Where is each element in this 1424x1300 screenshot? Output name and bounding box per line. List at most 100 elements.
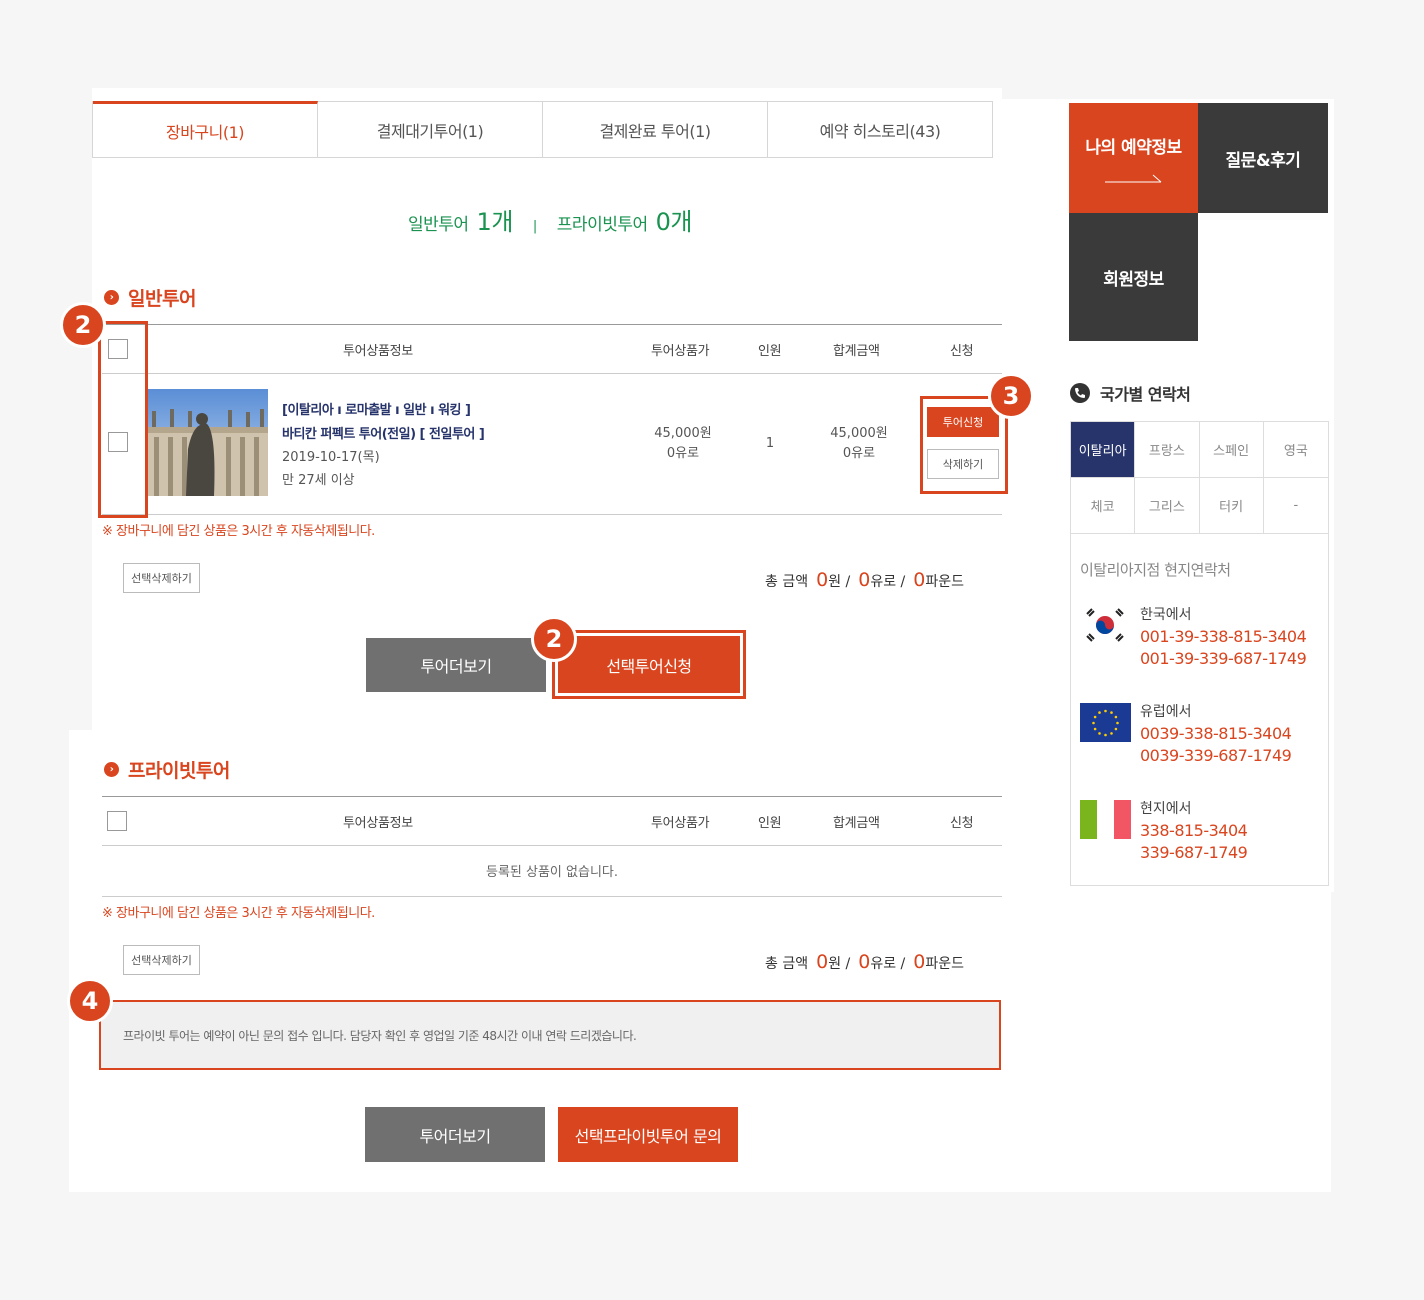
table-bottom-line bbox=[102, 514, 1002, 515]
private-table-bottom-line bbox=[102, 896, 1002, 897]
cart-tabs: 장바구니(1) 결제대기투어(1) 결제완료 투어(1) 예약 히스토리(43) bbox=[92, 101, 993, 158]
private-header-total: 합계금액 bbox=[833, 816, 880, 831]
total-gbp-unit: 파운드 bbox=[925, 574, 965, 590]
private-total-won-unit: 원 / bbox=[828, 956, 851, 972]
country-tab-turkey[interactable]: 터키 bbox=[1200, 477, 1264, 533]
total-label: 총 금액 bbox=[765, 574, 809, 590]
eu-flag-icon bbox=[1080, 703, 1131, 742]
private-table-top-line bbox=[102, 796, 1002, 797]
total-eur: 0 bbox=[858, 569, 871, 591]
private-total-won: 0 bbox=[816, 951, 829, 973]
private-info-text: 프라이빗 투어는 예약이 아닌 문의 접수 입니다. 담당자 확인 후 영업일 … bbox=[123, 1028, 637, 1043]
tour-count-summary: 일반투어 1개 | 프라이빗투어 0개 bbox=[0, 202, 1100, 237]
private-inquiry-button[interactable]: 선택프라이빗투어 문의 bbox=[558, 1107, 738, 1162]
total-eur-unit: 유로 / bbox=[870, 574, 906, 590]
step-marker-2-checkbox: 2 bbox=[60, 302, 106, 348]
header-divider bbox=[102, 373, 1002, 374]
item-age: 만 27세 이상 bbox=[282, 473, 355, 488]
private-select-all-checkbox[interactable] bbox=[107, 811, 127, 831]
item-price-won: 45,000원 bbox=[654, 426, 712, 441]
private-auto-delete-note: ※ 장바구니에 담긴 상품은 3시간 후 자동삭제됩니다. bbox=[102, 906, 375, 921]
branch-title: 이탈리아지점 현지연락처 bbox=[1080, 561, 1231, 579]
private-header-apply: 신청 bbox=[950, 816, 974, 831]
tab-cart[interactable]: 장바구니(1) bbox=[93, 101, 318, 157]
europe-phone-1[interactable]: 0039-338-815-3404 bbox=[1140, 723, 1292, 745]
general-total: 총 금액 0원 / 0 유로 / 0 파운드 bbox=[765, 569, 964, 591]
header-apply: 신청 bbox=[950, 344, 974, 359]
country-tab-italy[interactable]: 이탈리아 bbox=[1071, 422, 1136, 478]
total-won: 0 bbox=[816, 569, 829, 591]
step-marker-3: 3 bbox=[988, 373, 1034, 419]
country-tab-empty: - bbox=[1293, 497, 1299, 513]
country-tab-uk[interactable]: 영국 bbox=[1263, 422, 1328, 478]
private-more-tours-button[interactable]: 투어더보기 bbox=[365, 1107, 545, 1162]
my-reservation-tile[interactable]: 나의 예약정보 bbox=[1069, 103, 1198, 213]
korea-phone-1[interactable]: 001-39-338-815-3404 bbox=[1140, 626, 1307, 648]
contact-title: 국가별 연락처 bbox=[1100, 385, 1191, 404]
item-price-eur: 0유로 bbox=[666, 446, 700, 461]
country-tab-spain[interactable]: 스페인 bbox=[1199, 422, 1264, 478]
apply-selected-highlight bbox=[552, 630, 746, 699]
tour-thumbnail[interactable] bbox=[148, 389, 268, 496]
europe-phone-2[interactable]: 0039-339-687-1749 bbox=[1140, 745, 1292, 767]
total-won-unit: 원 / bbox=[828, 574, 851, 590]
total-gbp: 0 bbox=[913, 569, 926, 591]
step-marker-2-button: 2 bbox=[531, 616, 577, 662]
private-total-gbp: 0 bbox=[913, 951, 926, 973]
private-delete-selected-button[interactable]: 선택삭제하기 bbox=[123, 945, 200, 975]
contact-heading: 국가별 연락처 bbox=[1070, 381, 1191, 405]
from-europe-label: 유럽에서 bbox=[1140, 704, 1192, 720]
header-price: 투어상품가 bbox=[651, 344, 710, 359]
item-date: 2019-10-17(목) bbox=[282, 450, 380, 465]
delete-selected-button[interactable]: 선택삭제하기 bbox=[123, 563, 200, 593]
item-tags: [이탈리아 ı 로마출발 ı 일반 ı 워킹 ] bbox=[282, 403, 471, 418]
private-header-price: 투어상품가 bbox=[651, 816, 710, 831]
private-empty-message: 등록된 상품이 없습니다. bbox=[486, 865, 618, 880]
general-tour-heading: › 일반투어 bbox=[104, 284, 196, 311]
private-total: 총 금액 0원 / 0 유로 / 0 파운드 bbox=[765, 951, 964, 973]
korea-flag-icon bbox=[1082, 605, 1128, 645]
header-info: 투어상품정보 bbox=[343, 344, 413, 359]
local-phone-2[interactable]: 339-687-1749 bbox=[1140, 842, 1248, 864]
member-info-tile[interactable]: 회원정보 bbox=[1069, 213, 1198, 341]
chevron-right-icon: › bbox=[104, 290, 119, 305]
local-label: 현지에서 bbox=[1140, 801, 1192, 817]
private-info-box: 프라이빗 투어는 예약이 아닌 문의 접수 입니다. 담당자 확인 후 영업일 … bbox=[99, 1000, 1001, 1070]
private-count: 0개 bbox=[655, 208, 693, 236]
tab-pending-payment[interactable]: 결제대기투어(1) bbox=[318, 101, 543, 157]
my-reservation-label: 나의 예약정보 bbox=[1085, 137, 1182, 158]
item-price: 45,000원 0유로 bbox=[643, 424, 723, 464]
step-marker-4: 4 bbox=[67, 978, 113, 1024]
private-header-info: 투어상품정보 bbox=[343, 816, 413, 831]
item-total-eur: 0유로 bbox=[842, 446, 876, 461]
item-name[interactable]: 바티칸 퍼펙트 투어(전일) [ 전일투어 ] bbox=[282, 423, 485, 442]
private-total-eur-unit: 유로 / bbox=[870, 956, 906, 972]
private-total-eur: 0 bbox=[858, 951, 871, 973]
tab-payment-complete[interactable]: 결제완료 투어(1) bbox=[543, 101, 768, 157]
tab-reservation-history[interactable]: 예약 히스토리(43) bbox=[768, 101, 992, 157]
local-phone-1[interactable]: 338-815-3404 bbox=[1140, 820, 1248, 842]
country-tab-czech[interactable]: 체코 bbox=[1071, 477, 1136, 533]
private-count-label: 프라이빗투어 bbox=[556, 215, 648, 235]
header-total: 합계금액 bbox=[833, 344, 880, 359]
private-total-gbp-unit: 파운드 bbox=[925, 956, 965, 972]
country-tab-greece[interactable]: 그리스 bbox=[1135, 477, 1200, 533]
arrow-right-icon bbox=[1104, 174, 1161, 182]
general-tour-title: 일반투어 bbox=[128, 288, 196, 310]
checkbox-column-highlight bbox=[98, 321, 148, 518]
country-tabs: 이탈리아 프랑스 스페인 영국 체코 그리스 터키 - bbox=[1070, 421, 1329, 534]
private-header-divider bbox=[102, 845, 1002, 846]
chevron-right-icon: › bbox=[104, 762, 119, 777]
item-total: 45,000원 0유로 bbox=[819, 424, 899, 464]
private-tour-title: 프라이빗투어 bbox=[128, 760, 230, 782]
korea-phone-2[interactable]: 001-39-339-687-1749 bbox=[1140, 648, 1307, 670]
country-tab-france[interactable]: 프랑스 bbox=[1135, 422, 1200, 478]
more-tours-button[interactable]: 투어더보기 bbox=[366, 638, 546, 692]
general-count-label: 일반투어 bbox=[407, 215, 469, 235]
private-header-people: 인원 bbox=[758, 816, 782, 831]
item-total-won: 45,000원 bbox=[830, 426, 888, 441]
qna-tile[interactable]: 질문&후기 bbox=[1198, 103, 1328, 213]
from-korea-label: 한국에서 bbox=[1140, 607, 1192, 623]
count-separator: | bbox=[532, 219, 537, 234]
general-count: 1개 bbox=[476, 208, 514, 236]
